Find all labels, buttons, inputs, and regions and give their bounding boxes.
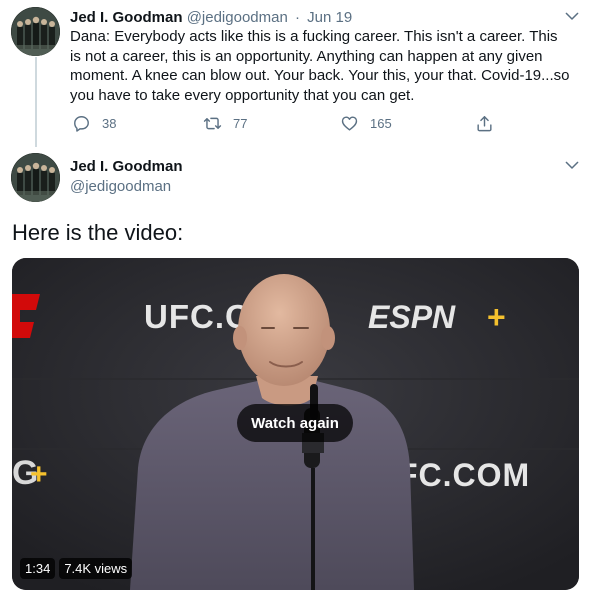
svg-text:+: + [30, 458, 48, 491]
video-meta: 1:34 7.4K views [20, 558, 133, 579]
avatar-image [11, 7, 60, 56]
author-handle[interactable]: @jedigoodman [187, 9, 288, 26]
chevron-down-icon[interactable] [563, 156, 581, 174]
watch-again-button[interactable]: Watch again [237, 404, 353, 442]
avatar[interactable] [11, 7, 60, 56]
share-icon [475, 114, 494, 133]
header-separator: · [295, 9, 300, 26]
backdrop-ufc-left: UFC.C [144, 298, 250, 335]
video-views: 7.4K views [59, 558, 133, 579]
reply-button[interactable]: 38 [72, 112, 116, 134]
tweet-actions: 38 77 165 [70, 112, 510, 134]
retweet-count: 77 [233, 115, 248, 131]
like-button[interactable]: 165 [340, 112, 392, 134]
tweet-text: Here is the video: [12, 220, 184, 245]
video-player[interactable]: G + UFC.C ESPN + FC.COM Watch again 1:34… [12, 258, 579, 590]
backdrop-espn-plus: + [487, 299, 506, 335]
reply-icon [72, 114, 91, 133]
backdrop-ufc-right: FC.COM [398, 457, 530, 493]
reply-tweet-header: Jed I. Goodman @jedigoodman · Jun 19 [70, 9, 352, 26]
like-icon [340, 114, 359, 133]
author-name[interactable]: Jed I. Goodman [70, 9, 183, 26]
avatar[interactable] [11, 153, 60, 202]
reply-tweet[interactable]: Jed I. Goodman @jedigoodman · Jun 19 Dan… [0, 0, 597, 148]
reply-count: 38 [102, 115, 117, 131]
author-handle[interactable]: @jedigoodman [70, 178, 171, 195]
main-tweet[interactable]: Jed I. Goodman @jedigoodman Here is the … [0, 148, 597, 604]
backdrop-espn: ESPN [368, 299, 456, 335]
like-count: 165 [370, 115, 392, 131]
retweet-icon [203, 114, 222, 133]
author-name[interactable]: Jed I. Goodman [70, 158, 183, 175]
thread-connector-line [35, 57, 37, 147]
tweet-date[interactable]: Jun 19 [307, 9, 352, 26]
video-duration: 1:34 [20, 558, 56, 579]
chevron-down-icon[interactable] [563, 7, 581, 25]
retweet-button[interactable]: 77 [203, 112, 247, 134]
avatar-image [11, 153, 60, 202]
tweet-text: Dana: Everybody acts like this is a fuck… [70, 28, 570, 104]
share-button[interactable] [475, 112, 494, 134]
